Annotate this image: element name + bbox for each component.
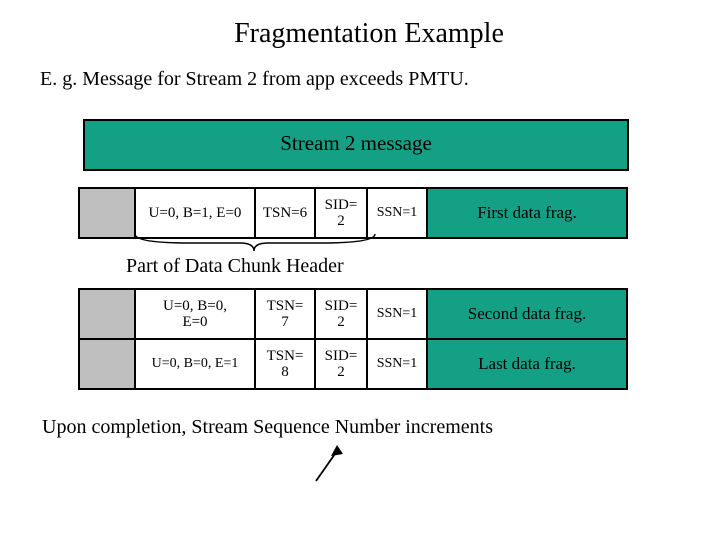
tsn-line2: 7: [281, 314, 289, 331]
page-title: Fragmentation Example: [48, 18, 690, 50]
sid-cell: SID= 2: [316, 290, 368, 338]
fragment-2-3: U=0, B=0, E=0 TSN= 7 SID= 2 SSN=1 Second…: [78, 288, 628, 390]
desc-cell: Second data frag.: [428, 290, 626, 338]
stub-cell: [80, 189, 136, 237]
slide-root: Fragmentation Example E. g. Message for …: [0, 0, 720, 540]
flags-line1: U=0, B=0,: [163, 298, 227, 315]
sid-line2: 2: [337, 364, 345, 381]
arrow-icon: [306, 445, 366, 485]
tsn-cell: TSN= 8: [256, 340, 316, 388]
stream-message-box: Stream 2 message: [83, 119, 629, 171]
flags-cell: U=0, B=0, E=1: [136, 340, 256, 388]
brace-caption: Part of Data Chunk Header: [126, 255, 690, 278]
flags-text: U=0, B=0, E=1: [152, 356, 239, 371]
ssn-cell: SSN=1: [368, 340, 428, 388]
tsn-cell: TSN= 7: [256, 290, 316, 338]
desc-text: First data frag.: [477, 204, 577, 223]
ssn-text: SSN=1: [377, 306, 418, 321]
flags-line2: E=0: [182, 314, 207, 331]
fragment-row: U=0, B=1, E=0 TSN=6 SID= 2 SSN=1 First d…: [80, 189, 626, 237]
ssn-text: SSN=1: [377, 356, 418, 371]
fragment-row: U=0, B=0, E=0 TSN= 7 SID= 2 SSN=1 Second…: [80, 290, 626, 338]
fragment-row: U=0, B=0, E=1 TSN= 8 SID= 2 SSN=1 Last d…: [80, 338, 626, 388]
desc-text: Second data frag.: [468, 305, 586, 324]
ssn-cell: SSN=1: [368, 189, 428, 237]
tsn-line1: TSN=6: [263, 205, 307, 222]
tsn-line1: TSN=: [267, 348, 304, 365]
subtitle: E. g. Message for Stream 2 from app exce…: [40, 68, 690, 91]
sid-line1: SID=: [325, 298, 358, 315]
tsn-line2: 8: [281, 364, 289, 381]
sid-cell: SID= 2: [316, 340, 368, 388]
flags-cell: U=0, B=1, E=0: [136, 189, 256, 237]
fragment-1: U=0, B=1, E=0 TSN=6 SID= 2 SSN=1 First d…: [78, 187, 628, 239]
desc-cell: First data frag.: [428, 189, 626, 237]
desc-text: Last data frag.: [478, 355, 576, 374]
sid-line2: 2: [337, 213, 345, 230]
stub-cell: [80, 290, 136, 338]
tsn-cell: TSN=6: [256, 189, 316, 237]
flags-cell: U=0, B=0, E=0: [136, 290, 256, 338]
footer-text: Upon completion, Stream Sequence Number …: [42, 416, 690, 439]
sid-line1: SID=: [325, 348, 358, 365]
sid-line2: 2: [337, 314, 345, 331]
ssn-cell: SSN=1: [368, 290, 428, 338]
stub-cell: [80, 340, 136, 388]
flags-text: U=0, B=1, E=0: [149, 205, 242, 222]
tsn-line1: TSN=: [267, 298, 304, 315]
sid-cell: SID= 2: [316, 189, 368, 237]
desc-cell: Last data frag.: [428, 340, 626, 388]
stream-message-label: Stream 2 message: [280, 131, 432, 155]
sid-line1: SID=: [325, 197, 358, 214]
ssn-text: SSN=1: [377, 205, 418, 220]
